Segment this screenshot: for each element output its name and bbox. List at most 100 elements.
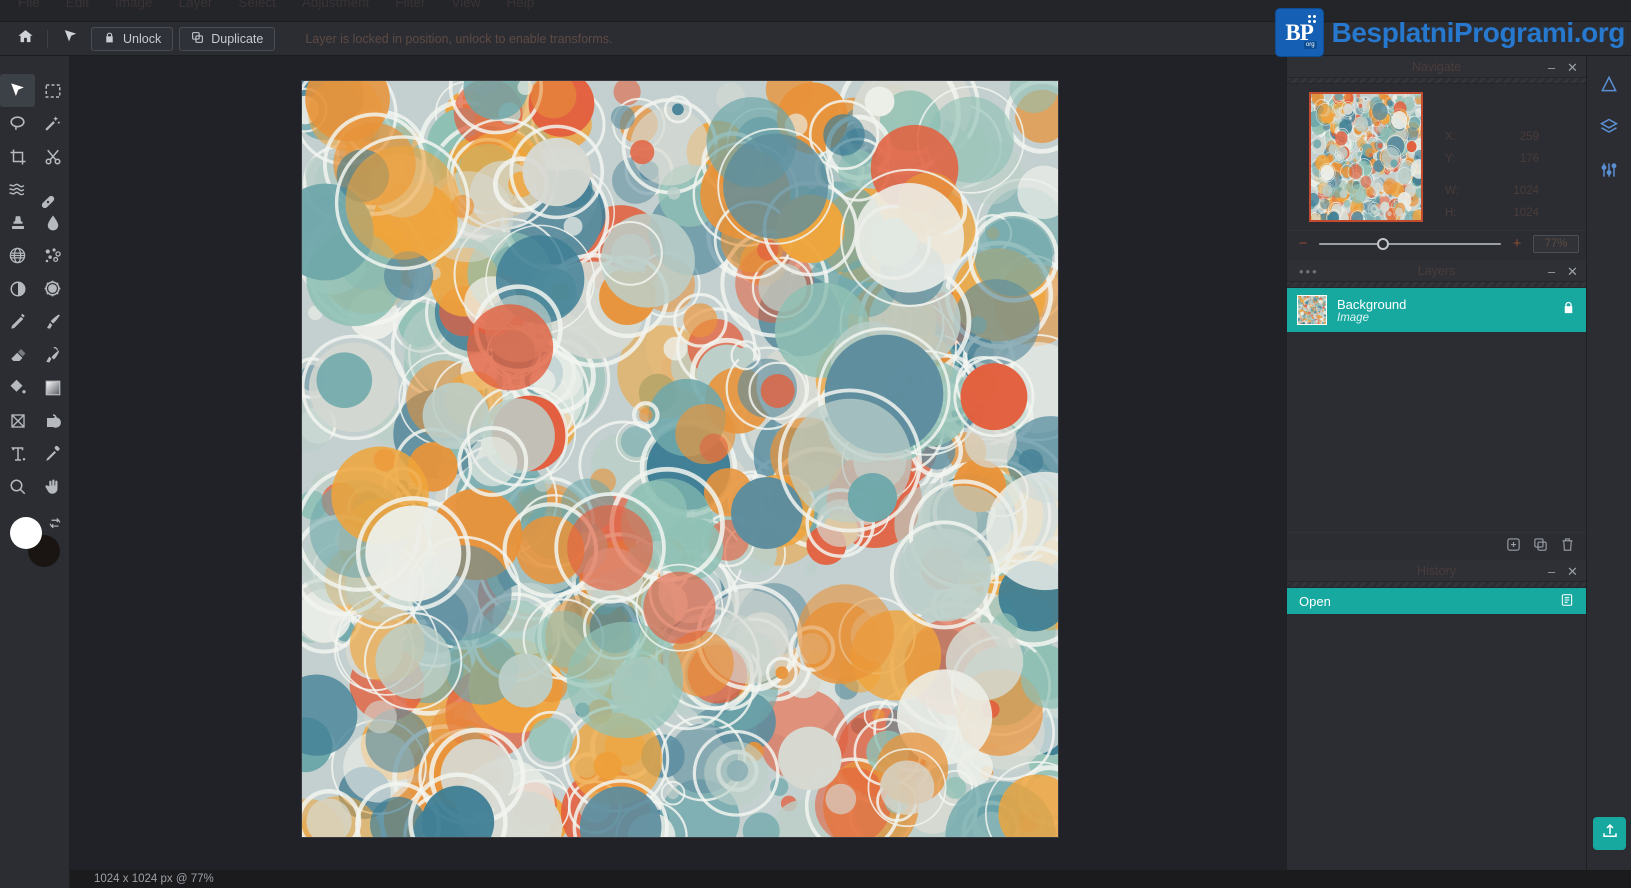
zoom-value-field[interactable]: 77% [1533, 234, 1579, 253]
zoom-controls: − + 77% [1287, 230, 1587, 256]
navigate-header-buttons: – ✕ [1546, 56, 1578, 78]
tool-cut[interactable] [35, 140, 70, 173]
zoom-out-icon[interactable]: − [1295, 235, 1311, 252]
minimize-icon[interactable]: – [1546, 565, 1557, 578]
zoom-slider[interactable] [1319, 236, 1501, 252]
tool-dodge-burn[interactable] [0, 272, 35, 305]
menu-item-select[interactable]: Select [238, 0, 276, 14]
minimize-icon[interactable]: – [1546, 265, 1557, 278]
menu-item-view[interactable]: View [451, 0, 480, 14]
tool-particles[interactable] [35, 239, 70, 272]
tool-magic-wand[interactable] [35, 107, 70, 140]
stamp-icon [9, 214, 27, 232]
half-circle-icon [9, 280, 27, 298]
menu-item-edit[interactable]: Edit [66, 0, 89, 14]
tool-paintbrush[interactable] [35, 305, 70, 338]
eraser-icon [9, 346, 27, 364]
swap-colors-icon[interactable] [48, 515, 62, 534]
lock-icon[interactable] [1561, 300, 1576, 320]
eyedropper-icon [44, 445, 62, 463]
brand-badge-org-tag: org [1303, 41, 1317, 49]
tool-clone-stamp[interactable] [0, 206, 35, 239]
close-icon[interactable]: ✕ [1567, 61, 1578, 74]
history-panel-header: History – ✕ [1287, 560, 1586, 582]
navigator-thumbnail[interactable] [1309, 92, 1423, 222]
tool-lasso[interactable] [0, 107, 35, 140]
coord-h-value: 1024 [1513, 207, 1539, 219]
duplicate-button[interactable]: Duplicate [179, 26, 276, 51]
zoom-slider-track [1319, 242, 1501, 245]
home-icon [17, 28, 34, 50]
paintbrush-icon [44, 313, 62, 331]
canvas-viewport[interactable] [70, 56, 1286, 888]
navigate-panel-title: Navigate [1411, 59, 1462, 74]
tool-eyedropper[interactable] [35, 437, 70, 470]
tool-healing[interactable] [35, 173, 70, 208]
hand-icon [44, 478, 62, 496]
menu-item-filter[interactable]: Filter [395, 0, 425, 14]
layer-text-block: Background Image [1337, 297, 1551, 324]
coord-w-value: 1024 [1513, 185, 1539, 197]
crop-icon [9, 148, 27, 166]
cursor-arrow-icon [8, 81, 27, 100]
minimize-icon[interactable]: – [1546, 61, 1557, 74]
foreground-color-swatch[interactable] [10, 517, 42, 549]
magic-wand-icon [43, 114, 62, 133]
tool-gradient[interactable] [35, 371, 70, 404]
marquee-icon [44, 82, 62, 100]
history-row-open[interactable]: Open [1287, 588, 1586, 614]
menu-item-file[interactable]: File [18, 0, 40, 14]
tool-eraser[interactable] [0, 338, 35, 371]
artboard[interactable] [302, 81, 1058, 837]
gear-sun-icon [43, 279, 62, 298]
triangle-icon[interactable] [1599, 74, 1619, 99]
close-icon[interactable]: ✕ [1567, 565, 1578, 578]
tool-zoom[interactable] [0, 470, 35, 503]
layers-panel-header: ••• Layers – ✕ [1287, 260, 1586, 282]
ellipsis-icon[interactable]: ••• [1299, 260, 1319, 282]
zoom-in-icon[interactable]: + [1509, 235, 1525, 252]
menu-item-adjustment[interactable]: Adjustment [302, 0, 370, 14]
unlock-button[interactable]: Unlock [91, 26, 174, 51]
duplicate-layer-button[interactable] [1533, 537, 1548, 557]
tool-marquee-select[interactable] [35, 74, 70, 107]
brand-badge-dots-icon [1307, 15, 1317, 24]
bandage-icon [41, 181, 62, 208]
color-swatches [8, 517, 64, 573]
move-tool-button[interactable] [55, 25, 85, 53]
home-button[interactable] [10, 25, 40, 53]
tool-shape[interactable] [35, 404, 70, 437]
move-arrow-icon [62, 28, 79, 50]
panels-column: Navigate – ✕ X: 259 Y: 176 W: 1024 H: 10… [1286, 56, 1587, 888]
duplicate-button-label: Duplicate [211, 31, 264, 46]
tool-transform[interactable] [0, 404, 35, 437]
coord-y-label: Y: [1445, 153, 1456, 165]
tool-smudge[interactable] [35, 338, 70, 371]
close-icon[interactable]: ✕ [1567, 265, 1578, 278]
tool-pen[interactable] [0, 305, 35, 338]
export-button[interactable] [1593, 817, 1626, 850]
navigator-thumbnail-image [1311, 94, 1421, 220]
tool-move[interactable] [0, 74, 35, 107]
tool-mesh[interactable] [0, 239, 35, 272]
brand-badge-icon: BP org [1275, 9, 1323, 56]
layer-name: Background [1337, 296, 1407, 312]
tool-text[interactable] [0, 437, 35, 470]
sliders-icon[interactable] [1599, 160, 1619, 185]
tool-blur[interactable] [35, 206, 70, 239]
tools-sidebar [0, 56, 70, 888]
tool-sharpen[interactable] [35, 272, 70, 305]
transform-box-icon [9, 412, 27, 430]
tool-crop[interactable] [0, 140, 35, 173]
layer-row-background[interactable]: Background Image [1287, 288, 1586, 332]
menu-item-image[interactable]: Image [115, 0, 153, 14]
tool-paint-bucket[interactable] [0, 371, 35, 404]
add-layer-button[interactable] [1506, 537, 1521, 557]
menu-item-layer[interactable]: Layer [179, 0, 213, 14]
tool-liquify[interactable] [0, 173, 35, 206]
zoom-slider-knob[interactable] [1377, 237, 1390, 250]
tool-hand[interactable] [35, 470, 70, 503]
delete-layer-button[interactable] [1560, 537, 1575, 557]
stack-icon[interactable] [1599, 117, 1619, 142]
menu-item-help[interactable]: Help [506, 0, 534, 14]
